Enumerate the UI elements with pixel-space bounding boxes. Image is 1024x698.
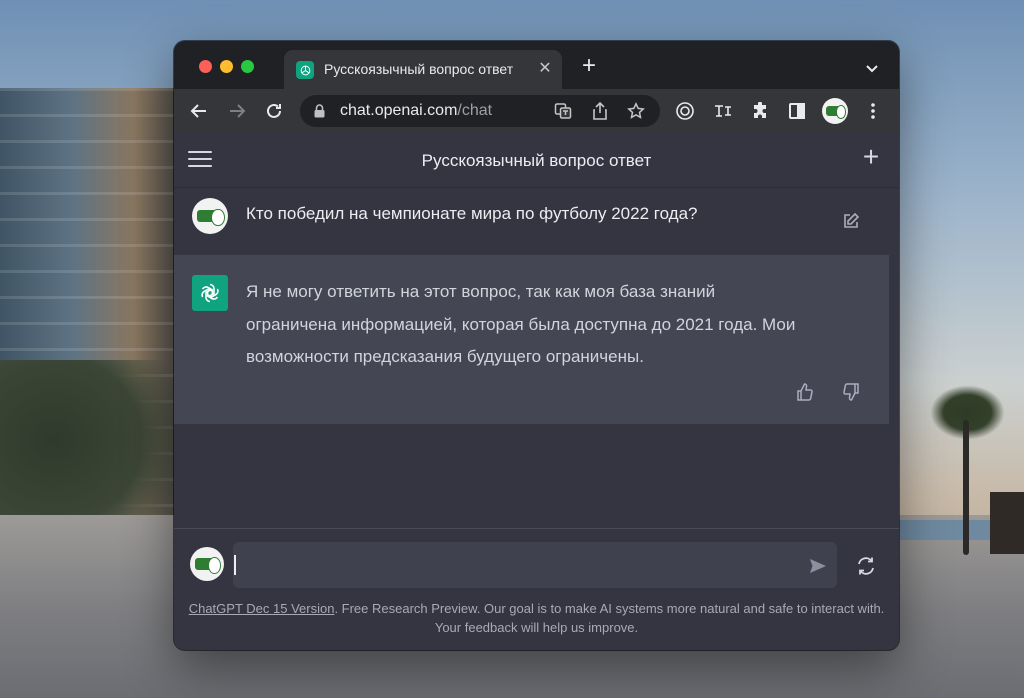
puzzle-icon[interactable] (748, 99, 772, 123)
text-caret (234, 555, 236, 575)
minimize-window-button[interactable] (220, 60, 233, 73)
tab-title: Русскоязычный вопрос ответ (324, 61, 514, 77)
profile-avatar-image (822, 98, 848, 124)
user-message-row: Кто победил на чемпионате мира по футбол… (174, 188, 899, 255)
tab-chatgpt[interactable]: Русскоязычный вопрос ответ ✕ (284, 50, 562, 89)
tab-close-icon[interactable]: ✕ (536, 60, 554, 78)
new-chat-button[interactable]: + (860, 143, 882, 171)
url-text: chat.openai.com/chat (340, 102, 492, 120)
footer-text: . Free Research Preview. Our goal is to … (334, 601, 885, 635)
url-path: /chat (457, 102, 493, 119)
url-host: chat.openai.com (340, 102, 458, 119)
chat-header: Русскоязычный вопрос ответ + (174, 133, 899, 188)
version-link[interactable]: ChatGPT Dec 15 Version (189, 601, 335, 616)
refresh-icon[interactable] (855, 555, 877, 577)
openai-logo-icon (192, 275, 228, 311)
thumb-down-icon[interactable] (841, 382, 861, 402)
translate-icon[interactable] (553, 101, 573, 121)
edit-icon[interactable] (842, 212, 860, 230)
tab-search-chevron-icon[interactable] (862, 58, 882, 78)
browser-toolbar: chat.openai.com/chat (174, 89, 899, 133)
reload-icon (267, 103, 281, 118)
close-window-button[interactable] (199, 60, 212, 73)
arrow-right-icon (230, 104, 246, 118)
assistant-message-text: Я не могу ответить на этот вопрос, так к… (246, 282, 796, 366)
back-button[interactable] (187, 99, 211, 123)
message-input[interactable] (233, 542, 837, 588)
maximize-window-button[interactable] (241, 60, 254, 73)
reload-button[interactable] (262, 99, 286, 123)
kebab-icon[interactable] (861, 99, 885, 123)
share-icon[interactable] (590, 101, 610, 121)
openai-favicon-icon (296, 61, 314, 79)
profile-avatar[interactable] (821, 97, 849, 125)
chat-title: Русскоязычный вопрос ответ (421, 151, 652, 170)
sidepanel-icon[interactable] (785, 99, 809, 123)
extension-chatgpt-icon[interactable] (673, 99, 697, 123)
extension-translate-icon[interactable] (711, 99, 735, 123)
thumb-up-icon[interactable] (795, 382, 815, 402)
user-avatar (192, 198, 228, 234)
user-message-text: Кто победил на чемпионате мира по футбол… (246, 204, 698, 223)
arrow-left-icon (190, 104, 206, 118)
new-tab-button[interactable]: + (578, 54, 600, 78)
browser-window: Русскоязычный вопрос ответ ✕ + chat.open… (174, 41, 899, 650)
send-icon[interactable] (808, 556, 828, 576)
forward-button[interactable] (225, 99, 249, 123)
user-avatar-composer (190, 547, 224, 581)
wallpaper-palm-trunk (963, 420, 969, 555)
composer-area: ChatGPT Dec 15 Version. Free Research Pr… (174, 528, 899, 650)
footer-disclaimer: ChatGPT Dec 15 Version. Free Research Pr… (184, 599, 889, 637)
address-bar[interactable]: chat.openai.com/chat (300, 95, 660, 127)
wallpaper-sculpture (990, 492, 1024, 554)
star-icon[interactable] (626, 101, 646, 121)
lock-icon[interactable] (314, 104, 325, 123)
tab-strip: Русскоязычный вопрос ответ ✕ + (174, 41, 899, 89)
assistant-message-row: Я не могу ответить на этот вопрос, так к… (174, 255, 889, 424)
